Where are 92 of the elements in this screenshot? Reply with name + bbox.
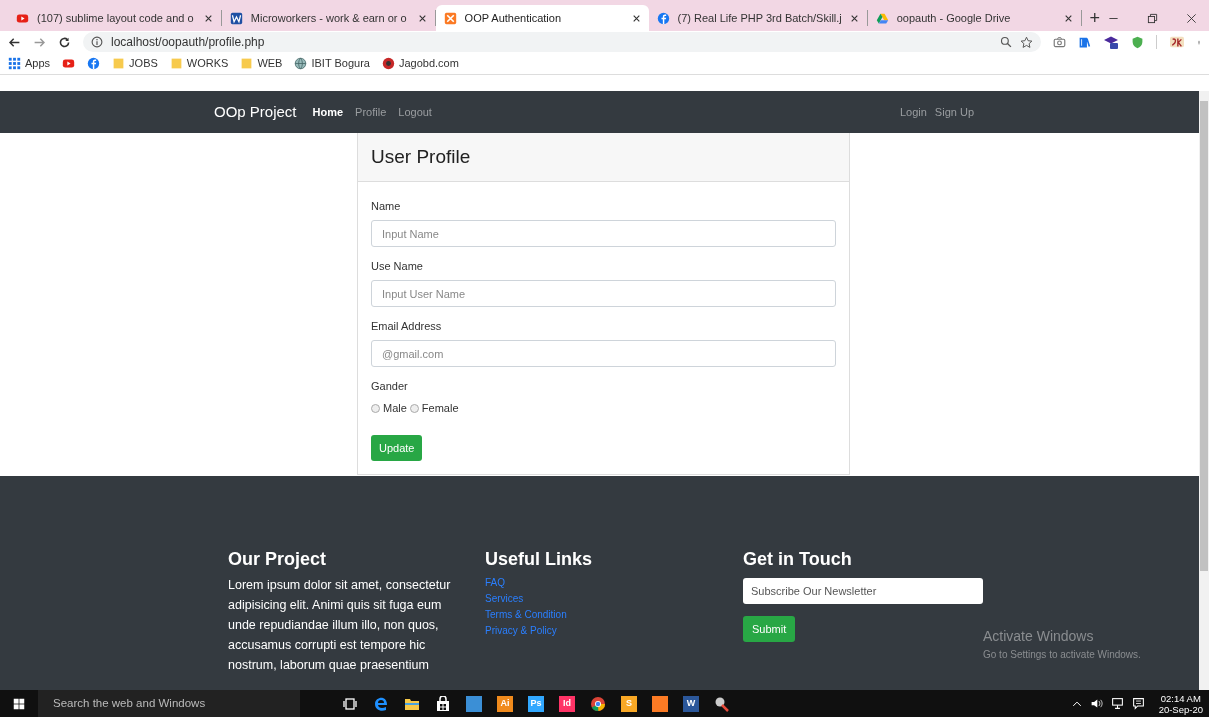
info-icon [91,36,103,48]
shopping-bag-icon[interactable] [435,695,451,712]
bookmark[interactable]: WEB [240,55,283,72]
taskbar-date: 20-Sep-20 [1158,703,1203,715]
footer-paragraph: Lorem ipsum dolor sit amet, consectetur adipisicing elit. Animi quis sit fuga eum unde repudiandae illum illo, non quos, accusamus corrupti est tempore hic nostrum, laborum quae praesentium [228,577,452,674]
tab-title: (7) Real Life PHP 3rd Batch/Skill.j [677,10,842,26]
close-icon[interactable] [417,13,427,23]
tab-title: OOP Authentication [464,10,562,26]
f-logo-icon [87,57,101,70]
close-icon[interactable] [849,13,859,23]
tab-title: Microworkers - work & earn or o [250,10,408,26]
w-logo-icon [229,11,243,25]
bookmark[interactable] [87,57,101,70]
section-heading: Our Project [228,548,328,571]
folder-icon [112,57,126,70]
task-view-icon[interactable] [342,695,358,712]
bookmark[interactable]: JOBS [112,55,158,72]
close-icon[interactable] [1186,12,1197,24]
text-input[interactable]: Input Name [371,220,836,247]
speaker-icon[interactable] [1089,697,1103,710]
app-logo-icon [443,11,457,25]
folder-icon [240,57,254,70]
app-icon[interactable] [466,695,482,712]
address-bar[interactable]: localhost/oopauth/profile.php [83,32,1041,52]
navbar-brand[interactable]: OOp Project [214,100,297,124]
nav-link[interactable]: Home [312,103,344,121]
circle-logo-icon[interactable] [590,695,606,712]
video-play-icon [62,57,76,70]
app-tile-icon[interactable]: W [683,695,699,712]
activation-text: Go to Settings to activate Windows. [983,648,1141,662]
browser-tab[interactable]: OOP Authentication [435,5,649,31]
tab-title: oopauth - Google Drive [896,10,1012,26]
tab-title: (107) sublime layout code and o [37,10,195,26]
url-text: localhost/oopauth/profile.php [111,34,265,51]
nav-link[interactable]: Profile [355,103,387,121]
e-logo-icon[interactable] [373,695,389,712]
bookmark[interactable] [62,57,76,70]
network-icon[interactable] [1110,697,1124,710]
newsletter-input[interactable]: Subscribe Our Newsletter [743,578,983,604]
browser-tab[interactable]: oopauth - Google Drive [867,5,1081,31]
field-label: Gander [371,379,408,393]
taskbar-search[interactable]: Search the web and Windows [38,690,300,717]
new-tab-button[interactable]: + [1081,9,1108,27]
app-icon[interactable] [652,695,668,712]
field-label: Use Name [371,259,423,273]
text-input[interactable]: Input User Name [371,280,836,307]
round-logo-icon [381,57,395,70]
notification-icon[interactable] [1131,697,1145,710]
browser-tab[interactable]: (7) Real Life PHP 3rd Batch/Skill.j [648,5,867,31]
folder-icon [169,57,183,70]
zoom-icon[interactable] [1000,36,1012,48]
app-tile-icon[interactable]: Id [559,695,575,712]
radio-button[interactable] [409,403,419,413]
grid-icon [8,57,21,70]
reload-icon[interactable] [58,35,71,49]
bookmark[interactable]: IBIT Bogura [294,55,370,72]
f-logo-icon [656,11,670,25]
bookmark[interactable]: Jagobd.com [381,55,459,72]
field-label: Email Address [371,319,442,333]
browser-tab[interactable]: (107) sublime layout code and o [8,5,221,31]
camera-icon[interactable] [1053,35,1066,49]
triangle-logo-icon [875,11,889,25]
section-heading: Get in Touch [743,548,853,571]
section-heading: Useful Links [485,548,594,571]
extension-logo-icon[interactable] [1169,35,1185,49]
video-play-icon [16,11,29,25]
globe-icon [294,57,308,70]
text-input[interactable]: @gmail.com [371,340,836,367]
restore-icon[interactable] [1147,12,1158,24]
nav-link[interactable]: Sign Up [934,103,974,121]
scrollbar[interactable] [1199,91,1209,690]
close-icon[interactable] [1063,13,1073,23]
nav-link[interactable]: Login [899,103,927,121]
activation-title: Activate Windows [983,627,1095,646]
radio-label: Male [383,401,407,415]
shield-icon[interactable] [1131,35,1144,49]
extension-icon[interactable] [1078,35,1091,49]
star-icon[interactable] [1020,35,1033,49]
field-label: Name [371,199,401,213]
bookmark[interactable]: Apps [8,55,51,72]
browser-tab[interactable]: Microworkers - work & earn or o [221,5,435,31]
bookmark[interactable]: WORKS [169,55,229,72]
radio-button[interactable] [371,403,380,413]
card-title: User Profile [371,144,471,169]
close-icon[interactable] [203,13,213,23]
brush-icon[interactable] [714,695,730,712]
windows-logo-icon[interactable] [13,697,25,710]
radio-label: Female [421,401,459,415]
taskbar-time: 02:14 AM [1160,692,1201,704]
nav-link[interactable]: Logout [398,103,432,121]
close-icon[interactable] [631,13,641,23]
graduation-cap-icon[interactable] [1103,34,1119,50]
